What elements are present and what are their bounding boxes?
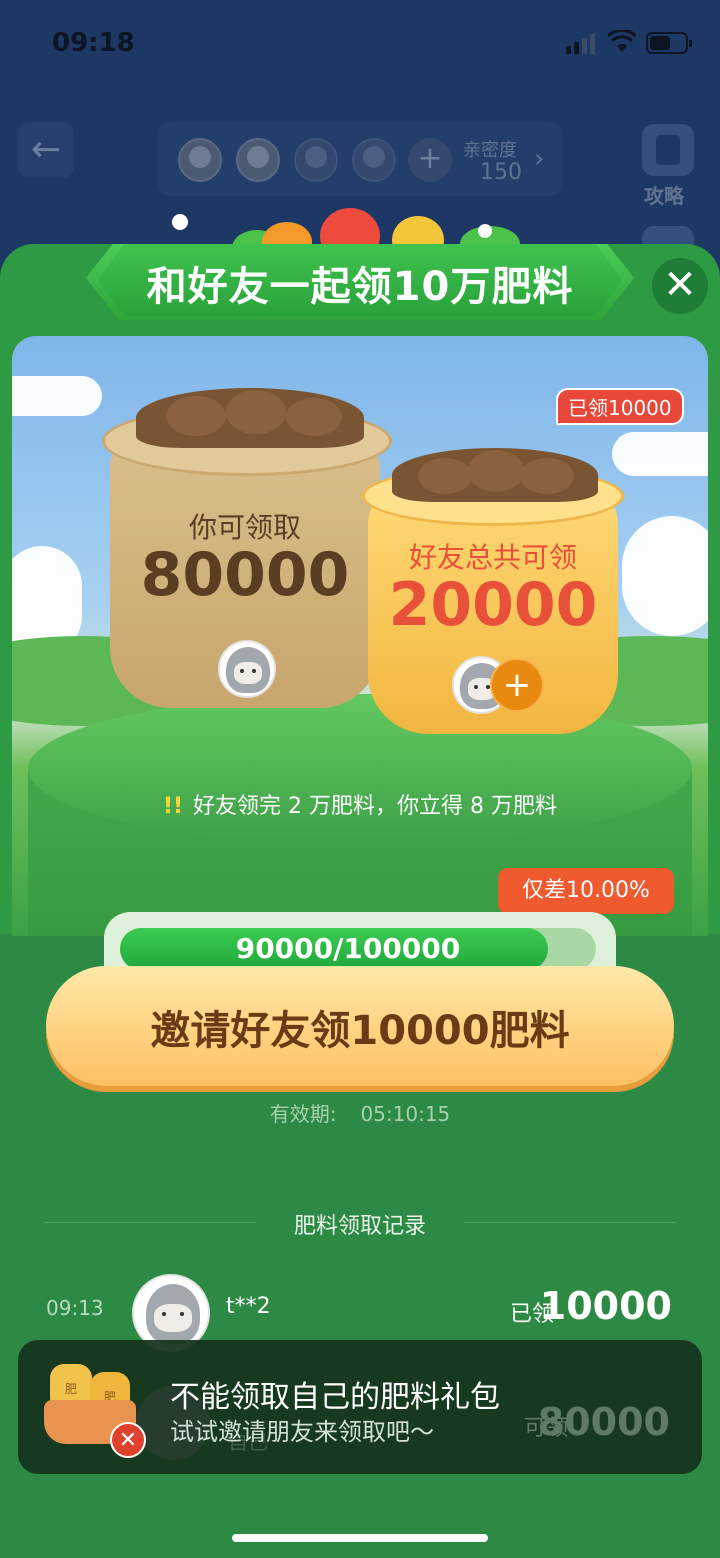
- error-x-icon: ✕: [110, 1422, 146, 1458]
- error-toast: 自己 可领 80000 肥 肥 ✕ 不能领取自己的肥料礼包 试试邀请朋友来领取吧…: [18, 1340, 702, 1474]
- home-indicator[interactable]: [232, 1534, 488, 1542]
- record-amount: 10000: [539, 1284, 672, 1328]
- friends-bar[interactable]: + 亲密度 150 ›: [158, 122, 562, 196]
- validity-time: 05:10:15: [360, 1102, 451, 1126]
- fertilizer-scene: 你可领取 80000 好友总共可领 20000 +: [12, 336, 708, 936]
- friend-fertilizer-sack: 好友总共可领 20000 +: [362, 444, 624, 734]
- toast-title: 不能领取自己的肥料礼包: [170, 1380, 500, 1415]
- exclamation-icon: !!: [162, 794, 184, 819]
- records-title: 肥料领取记录: [293, 1214, 426, 1239]
- claimed-badge: 已领10000: [556, 388, 684, 425]
- toast-subtitle: 试试邀请朋友来领取吧～: [170, 1418, 434, 1446]
- reward-tip: !! 好友领完 2 万肥料，你立得 8 万肥料: [0, 788, 720, 820]
- record-row: 09:13 t**2 已领 10000: [0, 1270, 720, 1352]
- validity-countdown: 有效期: 05:10:15: [0, 1098, 720, 1127]
- add-friend-button[interactable]: +: [490, 658, 544, 712]
- record-time: 09:13: [46, 1296, 104, 1320]
- friend-avatar[interactable]: [236, 138, 280, 182]
- wifi-icon: [608, 30, 636, 52]
- reward-tip-text: 好友领完 2 万肥料，你立得 8 万肥料: [193, 794, 558, 819]
- back-arrow-icon[interactable]: ←: [18, 122, 74, 178]
- record-name: t**2: [226, 1294, 271, 1319]
- close-icon[interactable]: ✕: [652, 258, 708, 314]
- remaining-percent-tooltip: 仅差10.00%: [498, 868, 674, 924]
- divider-right: [464, 1222, 676, 1223]
- invite-button-label: 邀请好友领10000肥料: [150, 1008, 570, 1054]
- chevron-right-icon: ›: [534, 144, 545, 174]
- your-fertilizer-sack: 你可领取 80000: [102, 388, 392, 718]
- friend-claimable-amount: 20000: [388, 570, 598, 640]
- validity-label: 有效期:: [269, 1102, 337, 1126]
- empty-avatar-slot[interactable]: [294, 138, 338, 182]
- intimacy-value: 150: [480, 160, 522, 185]
- friend-avatar[interactable]: [178, 138, 222, 182]
- status-time: 09:18: [52, 28, 135, 58]
- invite-friends-button[interactable]: 邀请好友领10000肥料: [46, 966, 674, 1086]
- status-bar: 09:18: [0, 22, 720, 66]
- record-amount: 80000: [537, 1400, 670, 1444]
- battery-icon: [646, 32, 692, 54]
- guide-label[interactable]: 攻略: [644, 180, 684, 209]
- signal-icon: [566, 34, 595, 54]
- your-avatar: [218, 640, 276, 698]
- add-friend-icon[interactable]: +: [408, 138, 452, 182]
- guide-icon[interactable]: [642, 124, 694, 176]
- modal-title: 和好友一起领10万肥料: [146, 264, 574, 310]
- your-claimable-amount: 80000: [140, 540, 350, 610]
- empty-avatar-slot[interactable]: [352, 138, 396, 182]
- progress-text: 90000/100000: [235, 932, 461, 965]
- intimacy-label: 亲密度: [463, 140, 517, 161]
